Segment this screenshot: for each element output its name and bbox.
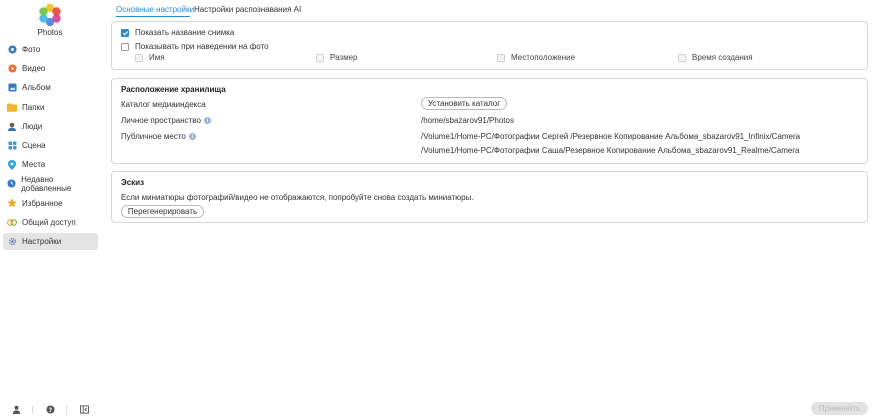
sidebar-item-label: Недавно добавленные [21, 174, 72, 193]
help-icon[interactable]: ? [44, 403, 56, 415]
footer-divider [66, 406, 67, 414]
sidebar-item-share[interactable]: Общий доступ [3, 214, 98, 231]
sidebar-item-label: Альбом [22, 83, 51, 93]
media-index-label: Каталог медиаиндекса [121, 100, 206, 109]
hover-option-created-time[interactable]: Время создания [678, 53, 753, 62]
hover-name-checkbox[interactable] [135, 53, 143, 62]
sidebar: Photos Фото Видео Альбом Папки Люди Сцен… [0, 0, 102, 418]
storage-section-title: Расположение хранилища [121, 85, 226, 94]
hover-created-checkbox[interactable] [678, 53, 686, 62]
collapse-sidebar-icon[interactable] [78, 403, 90, 415]
show-title-option[interactable]: Показать название снимка [121, 28, 234, 37]
thumbnail-section-title: Эскиз [121, 178, 145, 187]
apply-button[interactable]: Применить [811, 402, 868, 415]
sidebar-item-video[interactable]: Видео [3, 60, 98, 77]
public-place-row: Публичное место i [121, 132, 196, 141]
share-icon [7, 217, 17, 227]
sidebar-item-label: Избранное [22, 198, 63, 208]
show-title-checkbox[interactable] [121, 28, 129, 37]
sidebar-footer: ? [0, 403, 102, 417]
personal-space-label: Личное пространство [121, 116, 201, 125]
personal-space-row: Личное пространство i [121, 116, 211, 125]
storage-location-panel: Расположение хранилища Каталог медиаинде… [111, 78, 868, 164]
personal-space-path: /home/sbazarov91/Photos [421, 116, 514, 125]
show-title-label: Показать название снимка [135, 28, 235, 37]
gear-icon [7, 236, 17, 246]
folder-icon [7, 102, 17, 112]
sidebar-item-album[interactable]: Альбом [3, 79, 98, 96]
hover-option-size[interactable]: Размер [316, 53, 358, 62]
sidebar-item-label: Фото [22, 45, 41, 54]
photo-icon [7, 45, 17, 55]
sidebar-item-settings[interactable]: Настройки [3, 232, 98, 250]
public-place-label: Публичное место [121, 132, 186, 141]
hover-size-checkbox[interactable] [316, 53, 324, 62]
hover-option-label: Имя [149, 53, 165, 62]
sidebar-item-folders[interactable]: Папки [3, 99, 98, 116]
info-icon[interactable]: i [188, 133, 196, 140]
hover-option-label: Размер [330, 53, 358, 62]
tab-ai-recognition-settings[interactable]: Настройки распознавания AI [194, 5, 301, 14]
star-icon [7, 198, 17, 208]
regenerate-button[interactable]: Перегенерировать [121, 205, 204, 218]
sidebar-item-scene[interactable]: Сцена [3, 137, 98, 154]
sidebar-item-favorites[interactable]: Избранное [3, 195, 98, 212]
thumbnail-panel: Эскиз Если миниатюры фотографий/видео не… [111, 171, 868, 223]
sidebar-item-label: Места [22, 160, 46, 170]
video-icon [7, 64, 17, 74]
public-path: /Volume1/Home-PC/Фотографии Сергей /Резе… [421, 132, 801, 141]
footer-divider [32, 406, 33, 414]
hover-option-label: Местоположение [511, 53, 576, 62]
sidebar-item-people[interactable]: Люди [3, 118, 98, 135]
thumbnail-message: Если миниатюры фотографий/видео не отобр… [121, 193, 474, 202]
active-tab-indicator [116, 16, 190, 17]
album-icon [7, 83, 17, 93]
hover-option-label: Время создания [692, 53, 753, 62]
show-on-hover-checkbox[interactable] [121, 42, 129, 51]
user-icon[interactable] [10, 403, 22, 415]
sidebar-item-label: Люди [22, 121, 43, 131]
sidebar-item-places[interactable]: Места [3, 156, 98, 173]
set-catalog-button[interactable]: Установить каталог [421, 97, 507, 110]
tab-general-settings[interactable]: Основные настройки [116, 5, 194, 14]
sidebar-item-label: Сцена [22, 140, 46, 150]
hover-option-location[interactable]: Местоположение [497, 53, 575, 62]
show-on-hover-option[interactable]: Показывать при наведении на фото [121, 42, 269, 51]
sidebar-item-recent[interactable]: Недавно добавленные [3, 174, 98, 193]
photos-logo-icon [39, 3, 61, 27]
info-icon[interactable]: i [203, 117, 211, 124]
sidebar-item-label: Видео [22, 64, 46, 74]
recent-icon [7, 179, 16, 189]
sidebar-item-label: Папки [22, 102, 45, 112]
public-path: /Volume1/Home-PC/Фотографии Саша/Резервн… [421, 146, 800, 155]
hover-location-checkbox[interactable] [497, 53, 505, 62]
sidebar-item-photo[interactable]: Фото [3, 41, 98, 58]
show-on-hover-label: Показывать при наведении на фото [135, 42, 269, 51]
app-name: Photos [37, 28, 63, 37]
sidebar-item-label: Общий доступ [22, 217, 76, 227]
people-icon [7, 121, 17, 131]
places-icon [7, 159, 17, 170]
hover-option-name[interactable]: Имя [135, 53, 165, 62]
display-options-panel: Показать название снимка Показывать при … [111, 21, 868, 70]
sidebar-nav: Фото Видео Альбом Папки Люди Сцена Места… [3, 41, 98, 252]
scene-icon [7, 140, 17, 150]
sidebar-item-label: Настройки [22, 236, 62, 246]
